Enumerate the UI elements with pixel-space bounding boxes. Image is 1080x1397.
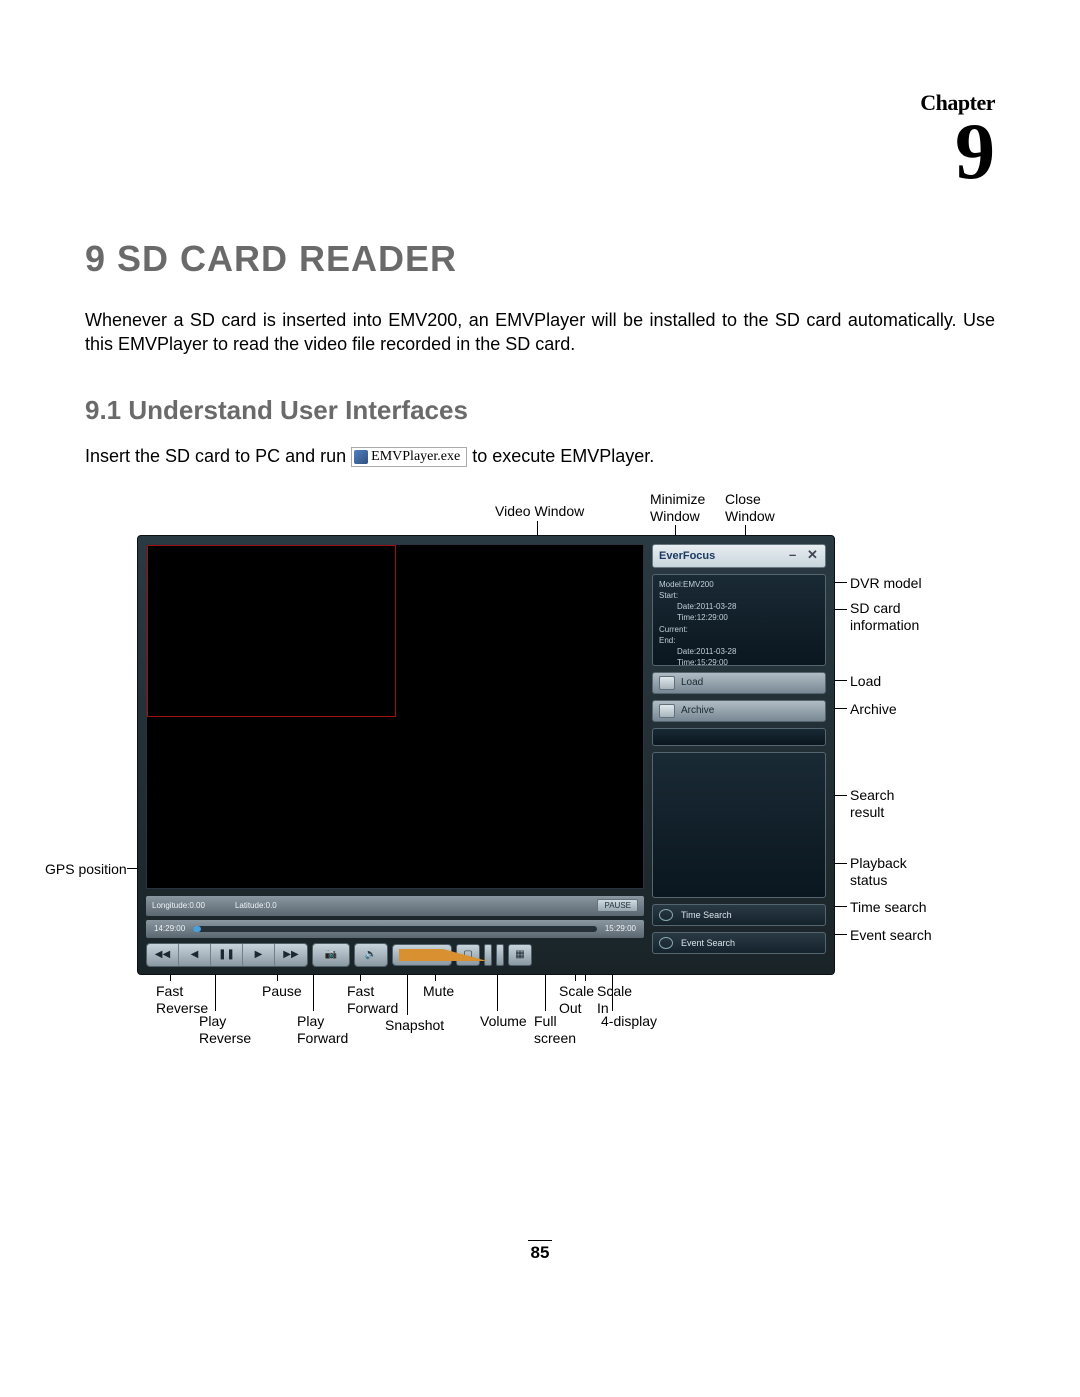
snapshot-button[interactable]: 📷 <box>313 944 349 966</box>
label-mute: Mute <box>423 983 454 1001</box>
brand-label: EverFocus <box>659 550 715 562</box>
label-time-search: Time search <box>850 899 927 917</box>
sd-info-card: Model:EMV200 Start: Date:2011-03-28 Time… <box>652 574 826 666</box>
search-result-area <box>652 752 826 898</box>
event-search-button[interactable]: Event Search <box>652 932 826 954</box>
info-model: Model:EMV200 <box>659 579 819 590</box>
gps-latitude: Latitude:0.0 <box>235 901 277 910</box>
progress-strip <box>652 728 826 746</box>
label-play-forward: Play Forward <box>297 1013 348 1048</box>
label-event-search: Event search <box>850 927 932 945</box>
timeline-end: 15:29:00 <box>605 924 636 933</box>
archive-button[interactable]: Archive <box>652 700 826 722</box>
label-sd-info: SD card information <box>850 600 919 635</box>
scale-in-button[interactable] <box>496 944 504 966</box>
info-start-label: Start: <box>659 590 819 601</box>
load-button[interactable]: Load <box>652 672 826 694</box>
archive-button-label: Archive <box>681 705 714 716</box>
label-fast-forward: Fast Forward <box>347 983 398 1018</box>
minimize-button[interactable]: – <box>789 550 801 562</box>
label-4-display: 4-display <box>601 1013 657 1031</box>
label-pause: Pause <box>262 983 302 1001</box>
fast-reverse-button[interactable]: ◀◀ <box>147 944 179 966</box>
timeline-start: 14:29:00 <box>154 924 185 933</box>
title-bar: EverFocus – ✕ <box>652 544 826 568</box>
label-volume: Volume <box>480 1013 527 1031</box>
emvplayer-window: EverFocus – ✕ Model:EMV200 Start: Date:2… <box>137 535 835 975</box>
time-search-label: Time Search <box>681 910 732 920</box>
player-diagram: Video Window Minimize Window Close Windo… <box>85 485 995 1085</box>
gps-longitude: Longitude:0.00 <box>152 901 205 910</box>
label-load: Load <box>850 673 881 691</box>
label-gps: GPS position <box>45 861 127 879</box>
label-dvr-model: DVR model <box>850 575 922 593</box>
run-before: Insert the SD card to PC and run <box>85 446 346 466</box>
exe-name: EMVPlayer.exe <box>371 449 460 464</box>
label-search-result: Search result <box>850 787 894 822</box>
label-video-window: Video Window <box>495 503 584 521</box>
event-search-label: Event Search <box>681 938 735 948</box>
exe-file-badge: EMVPlayer.exe <box>351 447 467 467</box>
info-end-time: Time:15:29:00 <box>659 657 819 668</box>
info-current-label: Current: <box>659 624 819 635</box>
page-number: 85 <box>85 1240 995 1263</box>
search-icon <box>659 937 673 949</box>
label-close-window: Close Window <box>725 491 775 526</box>
run-instruction: Insert the SD card to PC and run EMVPlay… <box>85 446 995 467</box>
channel-outline <box>147 545 396 717</box>
clock-icon <box>659 909 673 921</box>
side-panel: EverFocus – ✕ Model:EMV200 Start: Date:2… <box>652 544 826 968</box>
chapter-label: Chapter <box>85 90 995 116</box>
exe-icon <box>354 450 368 464</box>
timeline-track[interactable] <box>193 926 597 932</box>
video-window[interactable] <box>146 544 644 889</box>
page-title: 9 SD CARD READER <box>85 238 995 280</box>
play-forward-button[interactable]: ▶ <box>243 944 275 966</box>
chapter-number: 9 <box>85 116 995 188</box>
close-button[interactable]: ✕ <box>807 550 819 562</box>
volume-slider[interactable] <box>392 944 452 966</box>
fast-forward-button[interactable]: ▶▶ <box>275 944 307 966</box>
playback-status-badge: PAUSE <box>597 899 638 912</box>
control-bar: ◀◀ ◀ ❚❚ ▶ ▶▶ 📷 🔊 ▢ ▦ <box>146 942 644 968</box>
play-reverse-button[interactable]: ◀ <box>179 944 211 966</box>
time-search-button[interactable]: Time Search <box>652 904 826 926</box>
info-end-date: Date:2011-03-28 <box>659 646 819 657</box>
intro-paragraph: Whenever a SD card is inserted into EMV2… <box>85 308 995 357</box>
run-after: to execute EMVPlayer. <box>472 446 654 466</box>
section-heading: 9.1 Understand User Interfaces <box>85 395 995 426</box>
info-end-label: End: <box>659 635 819 646</box>
gps-bar: Longitude:0.00 Latitude:0.0 PAUSE <box>146 896 644 916</box>
label-snapshot: Snapshot <box>385 1017 444 1035</box>
load-button-label: Load <box>681 677 703 688</box>
pause-button[interactable]: ❚❚ <box>211 944 243 966</box>
four-display-button[interactable]: ▦ <box>508 944 532 966</box>
label-play-reverse: Play Reverse <box>199 1013 251 1048</box>
mute-button[interactable]: 🔊 <box>355 944 387 966</box>
label-archive: Archive <box>850 701 897 719</box>
label-minimize-window: Minimize Window <box>650 491 705 526</box>
label-full-screen: Full screen <box>534 1013 576 1048</box>
timeline-bar[interactable]: 14:29:00 15:29:00 <box>146 920 644 938</box>
folder-icon <box>659 676 675 690</box>
info-start-date: Date:2011-03-28 <box>659 601 819 612</box>
archive-icon <box>659 704 675 718</box>
info-start-time: Time:12:29:00 <box>659 612 819 623</box>
label-playback-status: Playback status <box>850 855 907 890</box>
chapter-block: Chapter 9 <box>85 90 995 188</box>
